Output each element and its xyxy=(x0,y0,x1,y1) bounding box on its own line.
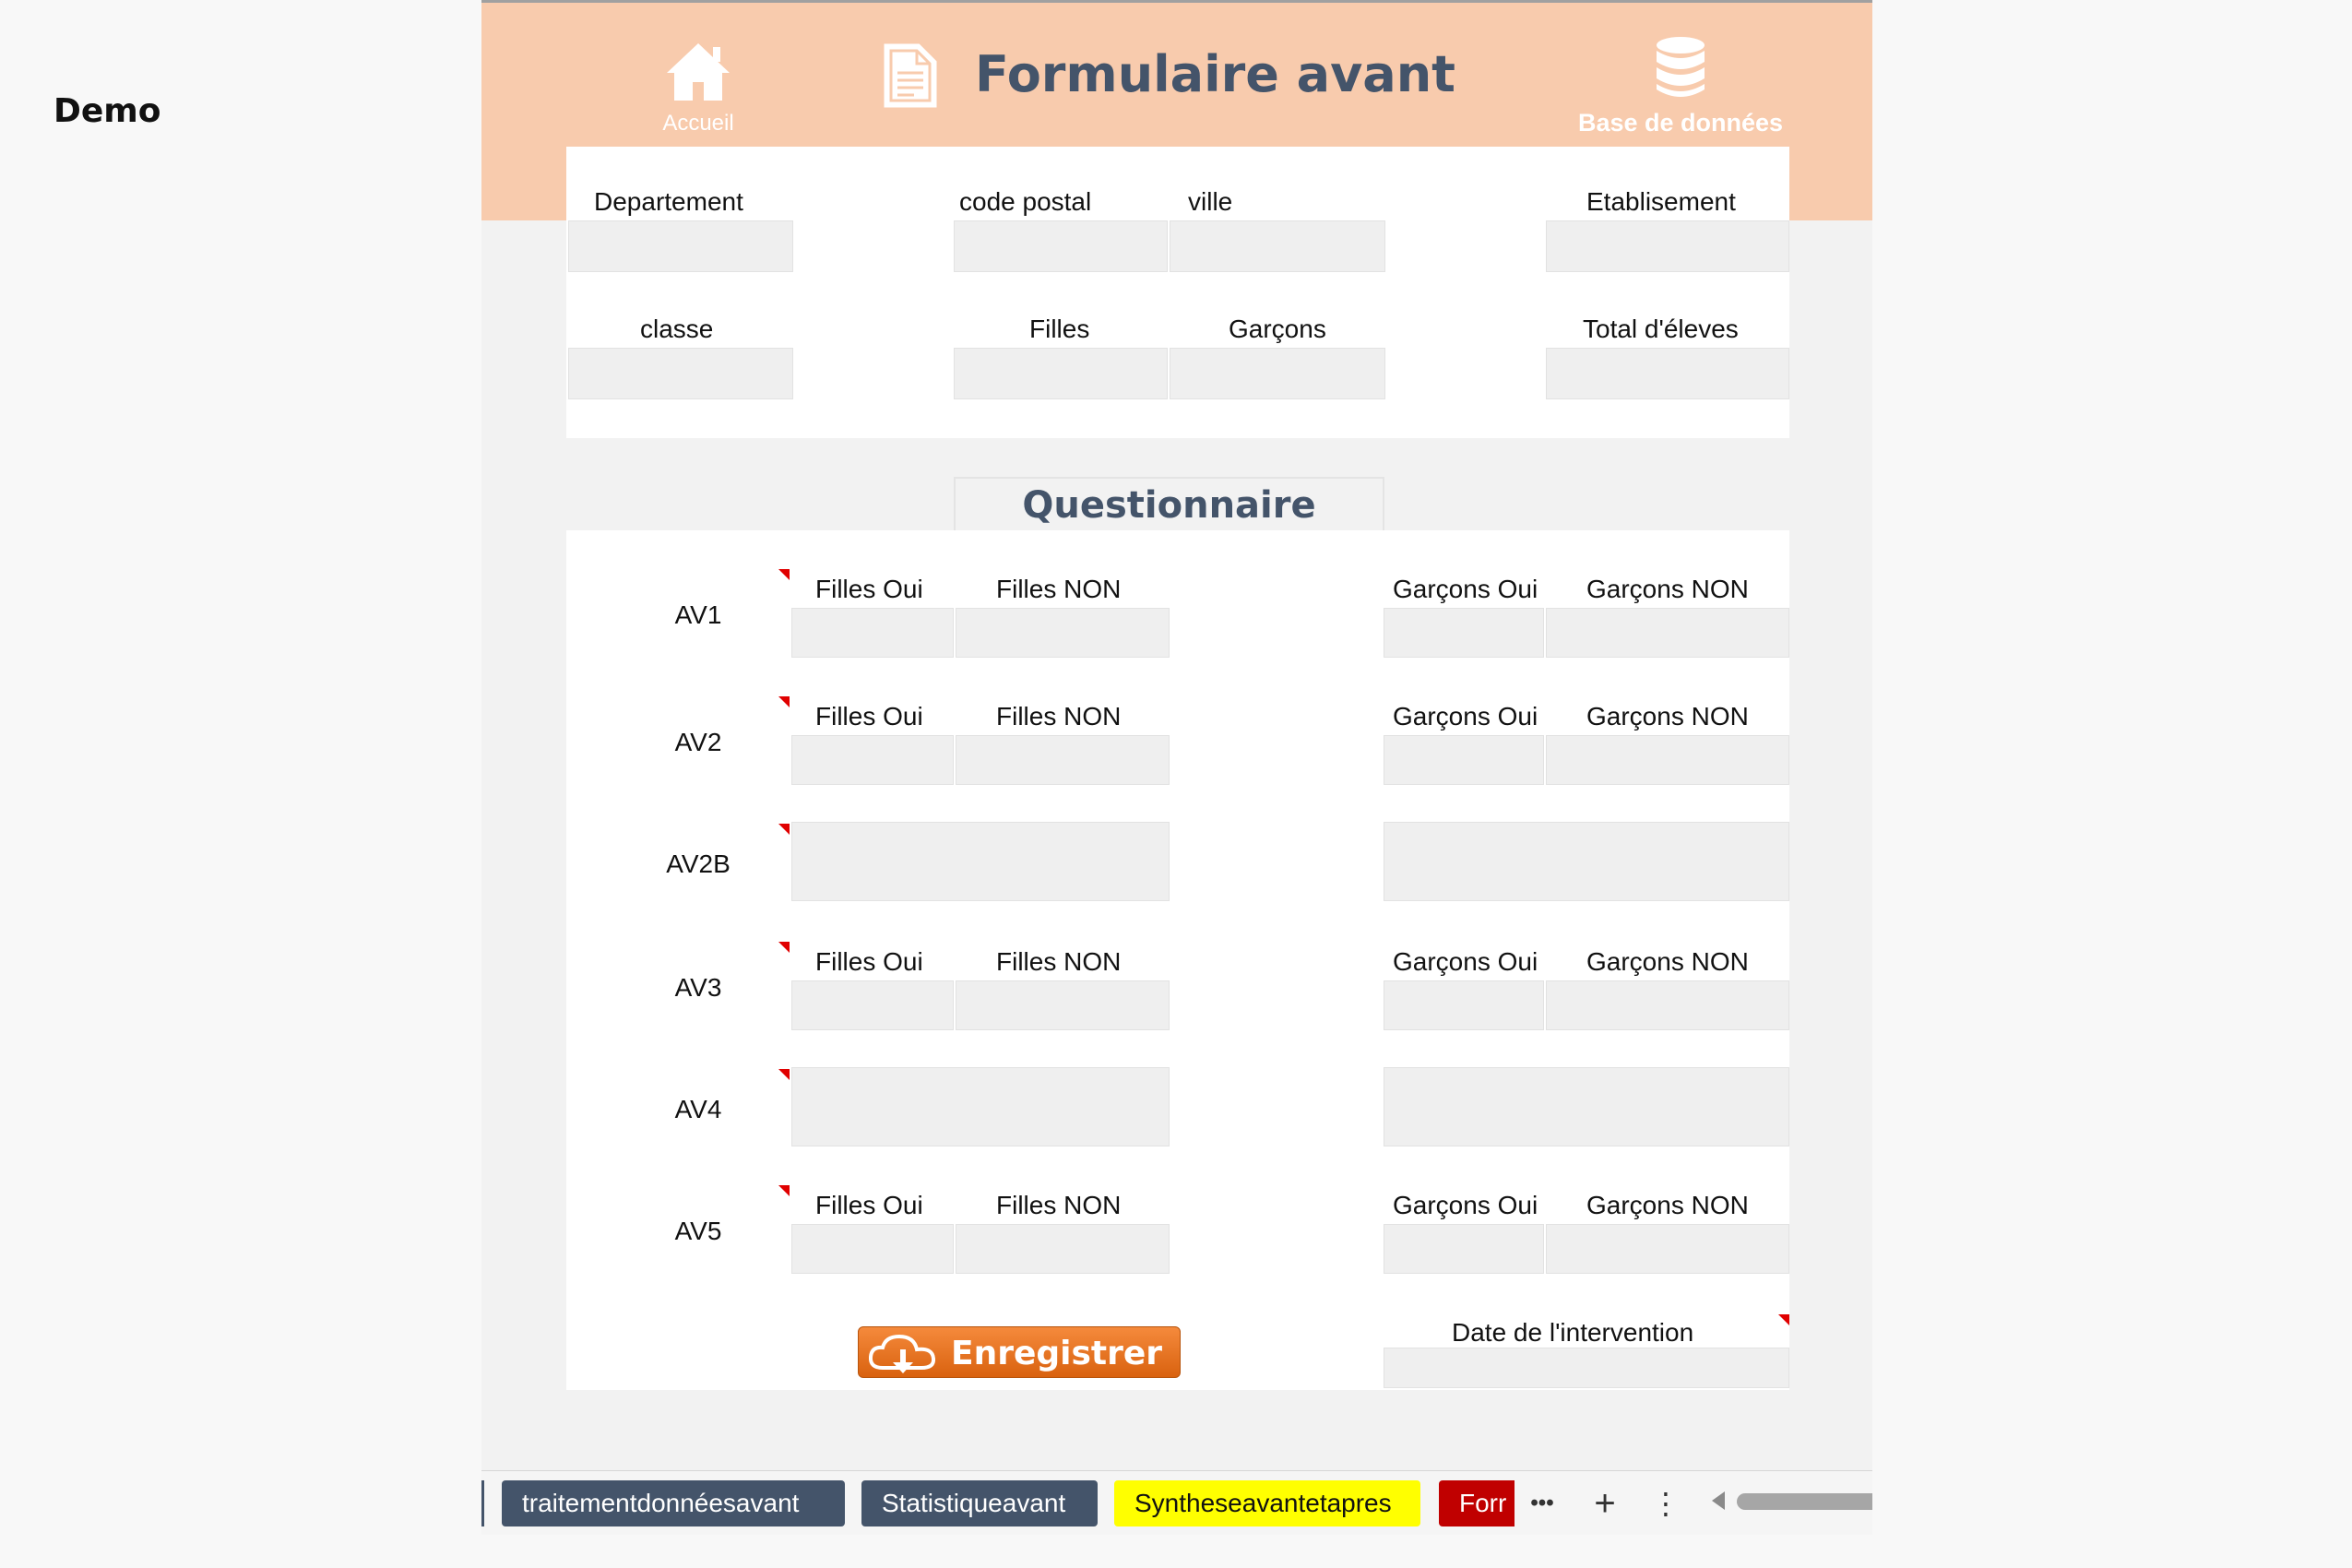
home-label: Accueil xyxy=(662,111,734,136)
filles-label: Filles xyxy=(1029,315,1090,343)
tab-statistiqueavant[interactable]: Statistiqueavant xyxy=(861,1480,1098,1526)
page-title: Formulaire avant xyxy=(975,45,1455,103)
tab-syntheseavantetapres[interactable]: Syntheseavantetapres xyxy=(1114,1480,1420,1526)
comment-indicator xyxy=(778,1185,790,1196)
filles-non-field[interactable] xyxy=(956,1224,1170,1274)
date-field[interactable] xyxy=(1384,1348,1789,1388)
question-id-label: AV3 xyxy=(674,973,722,1002)
filles-oui-label: Filles Oui xyxy=(815,575,923,603)
ville-field[interactable] xyxy=(1170,220,1385,272)
tab-menu-icon[interactable]: ⋮ xyxy=(1651,1480,1681,1526)
filles-oui-label: Filles Oui xyxy=(815,1191,923,1219)
comment-indicator xyxy=(778,942,790,953)
comment-indicator xyxy=(778,569,790,580)
garcons-response-field[interactable] xyxy=(1384,1067,1789,1146)
date-label: Date de l'intervention xyxy=(1452,1318,1694,1347)
filles-non-label: Filles NON xyxy=(996,1191,1122,1219)
cloud-download-icon xyxy=(868,1334,936,1373)
garcons-field[interactable] xyxy=(1170,348,1385,399)
garcons-oui-label: Garçons Oui xyxy=(1393,575,1538,603)
filles-non-label: Filles NON xyxy=(996,947,1122,976)
sheet-tab-bar: traitementdonnéesavant Statistiqueavant … xyxy=(481,1470,1872,1535)
filles-non-label: Filles NON xyxy=(996,575,1122,603)
filles-oui-label: Filles Oui xyxy=(815,947,923,976)
filles-oui-field[interactable] xyxy=(791,735,954,785)
code-postal-field[interactable] xyxy=(954,220,1168,272)
home-icon xyxy=(667,43,730,101)
classe-field[interactable] xyxy=(568,348,793,399)
scroll-left-icon[interactable] xyxy=(1712,1491,1725,1510)
filles-response-field[interactable] xyxy=(791,1067,1170,1146)
comment-indicator xyxy=(1778,1314,1789,1325)
filles-non-label: Filles NON xyxy=(996,702,1122,731)
comment-indicator xyxy=(778,1069,790,1080)
question-id-label: AV5 xyxy=(674,1217,722,1245)
garcons-non-field[interactable] xyxy=(1546,1224,1789,1274)
garcons-oui-label: Garçons Oui xyxy=(1393,702,1538,731)
save-button[interactable]: Enregistrer xyxy=(858,1326,1181,1378)
tab-formulaire[interactable]: Forr xyxy=(1439,1480,1515,1526)
question-id-label: AV2B xyxy=(666,849,731,878)
question-id-label: AV1 xyxy=(674,600,722,629)
garcons-label: Garçons xyxy=(1229,315,1326,343)
garcons-oui-field[interactable] xyxy=(1384,608,1544,658)
filles-non-field[interactable] xyxy=(956,980,1170,1030)
filles-oui-field[interactable] xyxy=(791,1224,954,1274)
garcons-response-field[interactable] xyxy=(1384,822,1789,901)
tab-overflow-edge xyxy=(481,1480,484,1526)
garcons-oui-field[interactable] xyxy=(1384,1224,1544,1274)
database-button[interactable]: Base de données xyxy=(1542,36,1819,147)
database-label: Base de données xyxy=(1577,109,1784,137)
filles-oui-field[interactable] xyxy=(791,980,954,1030)
tab-traitementdonneesavant[interactable]: traitementdonnéesavant xyxy=(502,1480,845,1526)
horizontal-scrollbar[interactable] xyxy=(1737,1493,1872,1510)
filles-field[interactable] xyxy=(954,348,1168,399)
comment-indicator xyxy=(778,696,790,707)
garcons-non-field[interactable] xyxy=(1546,980,1789,1030)
add-sheet-icon[interactable]: + xyxy=(1586,1480,1623,1526)
database-icon xyxy=(1657,37,1705,97)
garcons-oui-field[interactable] xyxy=(1384,735,1544,785)
garcons-non-label: Garçons NON xyxy=(1586,947,1749,976)
garcons-non-label: Garçons NON xyxy=(1586,702,1749,731)
departement-field[interactable] xyxy=(568,220,793,272)
questionnaire-title: Questionnaire xyxy=(954,477,1384,530)
filles-oui-field[interactable] xyxy=(791,608,954,658)
garcons-non-label: Garçons NON xyxy=(1586,1191,1749,1219)
question-id-label: AV2 xyxy=(674,728,722,756)
garcons-non-field[interactable] xyxy=(1546,735,1789,785)
garcons-oui-label: Garçons Oui xyxy=(1393,947,1538,976)
save-label: Enregistrer xyxy=(951,1335,1163,1372)
total-label: Total d'éleves xyxy=(1583,315,1739,343)
home-button[interactable]: Accueil xyxy=(638,40,758,141)
classe-label: classe xyxy=(640,315,714,343)
ville-label: ville xyxy=(1188,187,1233,216)
garcons-non-label: Garçons NON xyxy=(1586,575,1749,603)
garcons-oui-label: Garçons Oui xyxy=(1393,1191,1538,1219)
more-tabs-icon[interactable]: ••• xyxy=(1524,1480,1561,1526)
document-icon xyxy=(884,43,937,108)
filles-oui-label: Filles Oui xyxy=(815,702,923,731)
departement-label: Departement xyxy=(594,187,743,216)
status-strip xyxy=(481,1535,1872,1568)
garcons-oui-field[interactable] xyxy=(1384,980,1544,1030)
etablissement-label: Etablisement xyxy=(1586,187,1736,216)
garcons-non-field[interactable] xyxy=(1546,608,1789,658)
code-postal-label: code postal xyxy=(959,187,1092,216)
etablissement-field[interactable] xyxy=(1546,220,1789,272)
question-id-label: AV4 xyxy=(674,1095,722,1123)
filles-non-field[interactable] xyxy=(956,735,1170,785)
filles-non-field[interactable] xyxy=(956,608,1170,658)
total-field[interactable] xyxy=(1546,348,1789,399)
filles-response-field[interactable] xyxy=(791,822,1170,901)
comment-indicator xyxy=(778,824,790,835)
demo-label: Demo xyxy=(53,92,161,130)
